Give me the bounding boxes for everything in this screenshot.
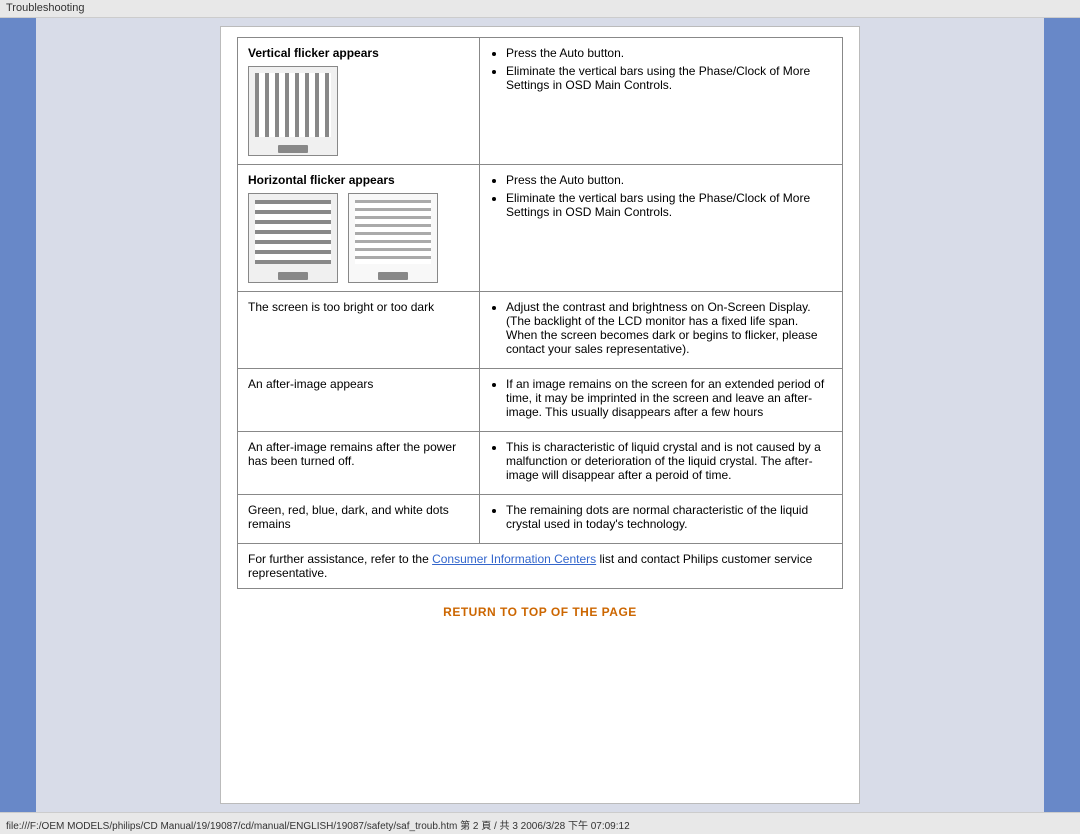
solution-list: Press the Auto button. Eliminate the ver…	[506, 46, 832, 92]
problem-title: An after-image remains after the power h…	[248, 440, 456, 468]
content-page: Vertical flicker appears Press the Auto …	[220, 26, 860, 804]
monitor-container	[248, 66, 469, 156]
solution-item: Eliminate the vertical bars using the Ph…	[506, 64, 832, 92]
problem-title: An after-image appears	[248, 377, 373, 391]
monitor-image-hbars-2	[348, 193, 438, 283]
monitor-container	[248, 193, 469, 283]
problem-cell: An after-image remains after the power h…	[238, 432, 480, 495]
problem-cell: Vertical flicker appears	[238, 38, 480, 165]
problem-title: Vertical flicker appears	[248, 46, 469, 60]
top-bar-label: Troubleshooting	[6, 2, 84, 14]
problem-title: The screen is too bright or too dark	[248, 300, 434, 314]
solution-item: If an image remains on the screen for an…	[506, 377, 832, 419]
right-sidebar	[1044, 18, 1080, 812]
solution-cell: Press the Auto button. Eliminate the ver…	[480, 165, 843, 292]
monitor-image-hbars-1	[248, 193, 338, 283]
screen-area	[255, 200, 331, 264]
monitor-stand	[378, 272, 408, 280]
center-area: Vertical flicker appears Press the Auto …	[36, 18, 1044, 812]
monitor-image-vbars	[248, 66, 338, 156]
table-row: An after-image remains after the power h…	[238, 432, 843, 495]
solution-list: Press the Auto button. Eliminate the ver…	[506, 173, 832, 219]
solution-item: This is characteristic of liquid crystal…	[506, 440, 832, 482]
consumer-info-link[interactable]: Consumer Information Centers	[432, 552, 596, 566]
solution-cell: Press the Auto button. Eliminate the ver…	[480, 38, 843, 165]
solution-item: Adjust the contrast and brightness on On…	[506, 300, 832, 356]
trouble-table: Vertical flicker appears Press the Auto …	[237, 37, 843, 589]
solution-cell: If an image remains on the screen for an…	[480, 369, 843, 432]
monitor-stand	[278, 145, 308, 153]
table-row-further: For further assistance, refer to the Con…	[238, 544, 843, 589]
solution-item: The remaining dots are normal characteri…	[506, 503, 832, 531]
top-bar: Troubleshooting	[0, 0, 1080, 18]
solution-list: Adjust the contrast and brightness on On…	[506, 300, 832, 356]
problem-cell: Horizontal flicker appears	[238, 165, 480, 292]
main-layout: Vertical flicker appears Press the Auto …	[0, 18, 1080, 812]
table-row: Green, red, blue, dark, and white dots r…	[238, 495, 843, 544]
left-sidebar	[0, 18, 36, 812]
footer-text: file:///F:/OEM MODELS/philips/CD Manual/…	[6, 821, 630, 832]
table-row: The screen is too bright or too dark Adj…	[238, 292, 843, 369]
solution-item: Press the Auto button.	[506, 46, 832, 60]
problem-cell: An after-image appears	[238, 369, 480, 432]
problem-title: Green, red, blue, dark, and white dots r…	[248, 503, 449, 531]
problem-title: Horizontal flicker appears	[248, 173, 469, 187]
return-to-top: RETURN TO TOP OF THE PAGE	[237, 589, 843, 627]
further-cell: For further assistance, refer to the Con…	[238, 544, 843, 589]
solution-list: If an image remains on the screen for an…	[506, 377, 832, 419]
table-row: Horizontal flicker appears	[238, 165, 843, 292]
table-row: An after-image appears If an image remai…	[238, 369, 843, 432]
solution-list: The remaining dots are normal characteri…	[506, 503, 832, 531]
screen-area	[255, 73, 331, 137]
return-to-top-link[interactable]: RETURN TO TOP OF THE PAGE	[443, 605, 637, 619]
solution-item: Press the Auto button.	[506, 173, 832, 187]
problem-cell: Green, red, blue, dark, and white dots r…	[238, 495, 480, 544]
solution-cell: This is characteristic of liquid crystal…	[480, 432, 843, 495]
solution-cell: Adjust the contrast and brightness on On…	[480, 292, 843, 369]
monitor-stand	[278, 272, 308, 280]
solution-item: Eliminate the vertical bars using the Ph…	[506, 191, 832, 219]
screen-area	[355, 200, 431, 264]
table-row: Vertical flicker appears Press the Auto …	[238, 38, 843, 165]
problem-cell: The screen is too bright or too dark	[238, 292, 480, 369]
solution-cell: The remaining dots are normal characteri…	[480, 495, 843, 544]
solution-list: This is characteristic of liquid crystal…	[506, 440, 832, 482]
footer-bar: file:///F:/OEM MODELS/philips/CD Manual/…	[0, 812, 1080, 834]
further-text-before: For further assistance, refer to the	[248, 552, 432, 566]
